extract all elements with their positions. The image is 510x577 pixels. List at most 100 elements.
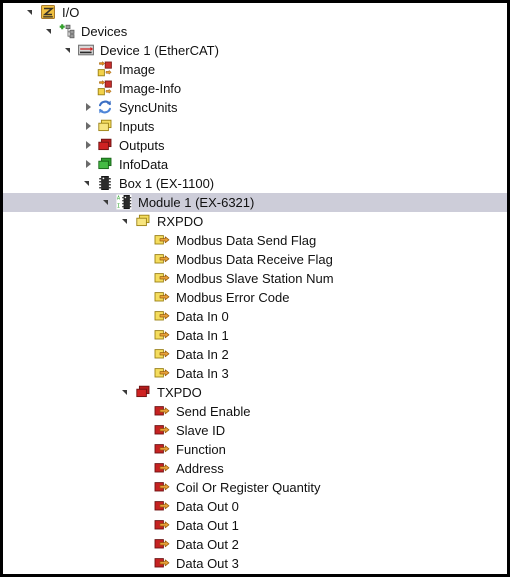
chevron-down-icon[interactable] — [120, 212, 135, 231]
tree-item-label: Modbus Slave Station Num — [176, 271, 334, 286]
input-variable-icon — [154, 251, 171, 268]
tree-item-label: Data In 3 — [176, 366, 229, 381]
expander-placeholder — [139, 231, 154, 250]
expander-placeholder — [139, 345, 154, 364]
tree-row[interactable]: Image-Info — [3, 79, 507, 98]
tree-row[interactable]: Data Out 0 — [3, 497, 507, 516]
expander-placeholder — [82, 79, 97, 98]
input-variable-icon — [154, 327, 171, 344]
expander-placeholder — [139, 516, 154, 535]
chevron-right-icon[interactable] — [82, 136, 97, 155]
tree-item-label: SyncUnits — [119, 100, 178, 115]
chevron-right-icon[interactable] — [82, 117, 97, 136]
tree-row[interactable]: InfoData — [3, 155, 507, 174]
expander-placeholder — [139, 364, 154, 383]
tree-row[interactable]: TXPDO — [3, 383, 507, 402]
tree-item-label: Data In 1 — [176, 328, 229, 343]
expander-placeholder — [139, 307, 154, 326]
input-variable-icon — [154, 232, 171, 249]
tree-row[interactable]: Coil Or Register Quantity — [3, 478, 507, 497]
expander-placeholder — [139, 440, 154, 459]
chevron-down-icon[interactable] — [82, 174, 97, 193]
tree-item-label: Coil Or Register Quantity — [176, 480, 321, 495]
tree-row[interactable]: Modbus Data Send Flag — [3, 231, 507, 250]
tree-row[interactable]: Outputs — [3, 136, 507, 155]
chevron-down-icon[interactable] — [120, 383, 135, 402]
tree-row[interactable]: Send Enable — [3, 402, 507, 421]
expander-placeholder — [82, 60, 97, 79]
input-variable-icon — [154, 289, 171, 306]
tree-row[interactable]: I/O — [3, 3, 507, 22]
output-variable-icon — [154, 403, 171, 420]
tree-row[interactable]: Box 1 (EX-1100) — [3, 174, 507, 193]
tree-item-label: Image — [119, 62, 156, 77]
expander-placeholder — [139, 269, 154, 288]
infodata-folder-icon — [97, 156, 114, 173]
tree-item-label: Modbus Data Receive Flag — [176, 252, 333, 267]
tree-item-label: InfoData — [119, 157, 169, 172]
expander-placeholder — [139, 326, 154, 345]
ethercat-device-icon — [78, 42, 95, 59]
input-variable-icon — [154, 308, 171, 325]
tree-row[interactable]: Data In 1 — [3, 326, 507, 345]
tree-item-label: Address — [176, 461, 224, 476]
tree-row[interactable]: Image — [3, 60, 507, 79]
input-variable-icon — [154, 270, 171, 287]
chevron-right-icon[interactable] — [101, 573, 116, 574]
inputs-folder-icon — [97, 118, 114, 135]
tree-row[interactable]: Modbus Slave Station Num — [3, 269, 507, 288]
tree-row[interactable]: Devices — [3, 22, 507, 41]
tree-item-label: Function — [176, 442, 226, 457]
expander-placeholder — [139, 250, 154, 269]
tree-item-label: Data Out 0 — [176, 499, 239, 514]
tree-row[interactable]: Modbus Error Code — [3, 288, 507, 307]
tree-row[interactable]: Data Out 3 — [3, 554, 507, 573]
tree-item-label: Devices — [81, 24, 128, 39]
tree-item-label: TXPDO — [157, 385, 202, 400]
tree-item-label: Modbus Error Code — [176, 290, 290, 305]
tree-row[interactable]: Data In 2 — [3, 345, 507, 364]
tree-row[interactable]: Slave ID — [3, 421, 507, 440]
tree-row[interactable]: A I Module 1 (EX-6321) — [3, 193, 507, 212]
tree-row[interactable]: Data In 3 — [3, 364, 507, 383]
tree-row[interactable]: Device 1 (EtherCAT) — [3, 41, 507, 60]
tree-item-label: Modbus Data Send Flag — [176, 233, 317, 248]
chevron-right-icon[interactable] — [82, 98, 97, 117]
chevron-down-icon[interactable] — [101, 193, 116, 212]
tree-item-label: RXPDO — [157, 214, 204, 229]
tree-row[interactable] — [3, 573, 507, 574]
input-variable-icon — [154, 346, 171, 363]
inputs-folder-icon — [135, 213, 152, 230]
expander-placeholder — [139, 421, 154, 440]
svg-text:I: I — [117, 203, 120, 209]
tree-item-label: Module 1 (EX-6321) — [138, 195, 255, 210]
output-variable-icon — [154, 517, 171, 534]
tree-item-label: Send Enable — [176, 404, 251, 419]
tree-item-label: Data In 0 — [176, 309, 229, 324]
tree-item-label: I/O — [62, 5, 80, 20]
io-tree-panel[interactable]: I/O Devices Device 1 (EtherCAT) Image Image-… — [3, 3, 507, 574]
io-icon — [40, 4, 57, 21]
chevron-down-icon[interactable] — [44, 22, 59, 41]
tree-row[interactable]: Data Out 2 — [3, 535, 507, 554]
chevron-down-icon[interactable] — [25, 3, 40, 22]
tree-row[interactable]: RXPDO — [3, 212, 507, 231]
chevron-right-icon[interactable] — [82, 155, 97, 174]
output-variable-icon — [154, 460, 171, 477]
output-variable-icon — [154, 536, 171, 553]
box-chip-icon — [97, 175, 114, 192]
tree-row[interactable]: Inputs — [3, 117, 507, 136]
output-variable-icon — [154, 498, 171, 515]
process-image-icon — [97, 80, 114, 97]
tree-row[interactable]: Address — [3, 459, 507, 478]
tree-item-label: Outputs — [119, 138, 165, 153]
tree-row[interactable]: SyncUnits — [3, 98, 507, 117]
tree-row[interactable]: Modbus Data Receive Flag — [3, 250, 507, 269]
tree-row[interactable]: Data In 0 — [3, 307, 507, 326]
expander-placeholder — [139, 402, 154, 421]
tree-row[interactable]: Data Out 1 — [3, 516, 507, 535]
tree-item-label: Inputs — [119, 119, 155, 134]
tree-item-label: Data Out 3 — [176, 556, 239, 571]
tree-row[interactable]: Function — [3, 440, 507, 459]
chevron-down-icon[interactable] — [63, 41, 78, 60]
